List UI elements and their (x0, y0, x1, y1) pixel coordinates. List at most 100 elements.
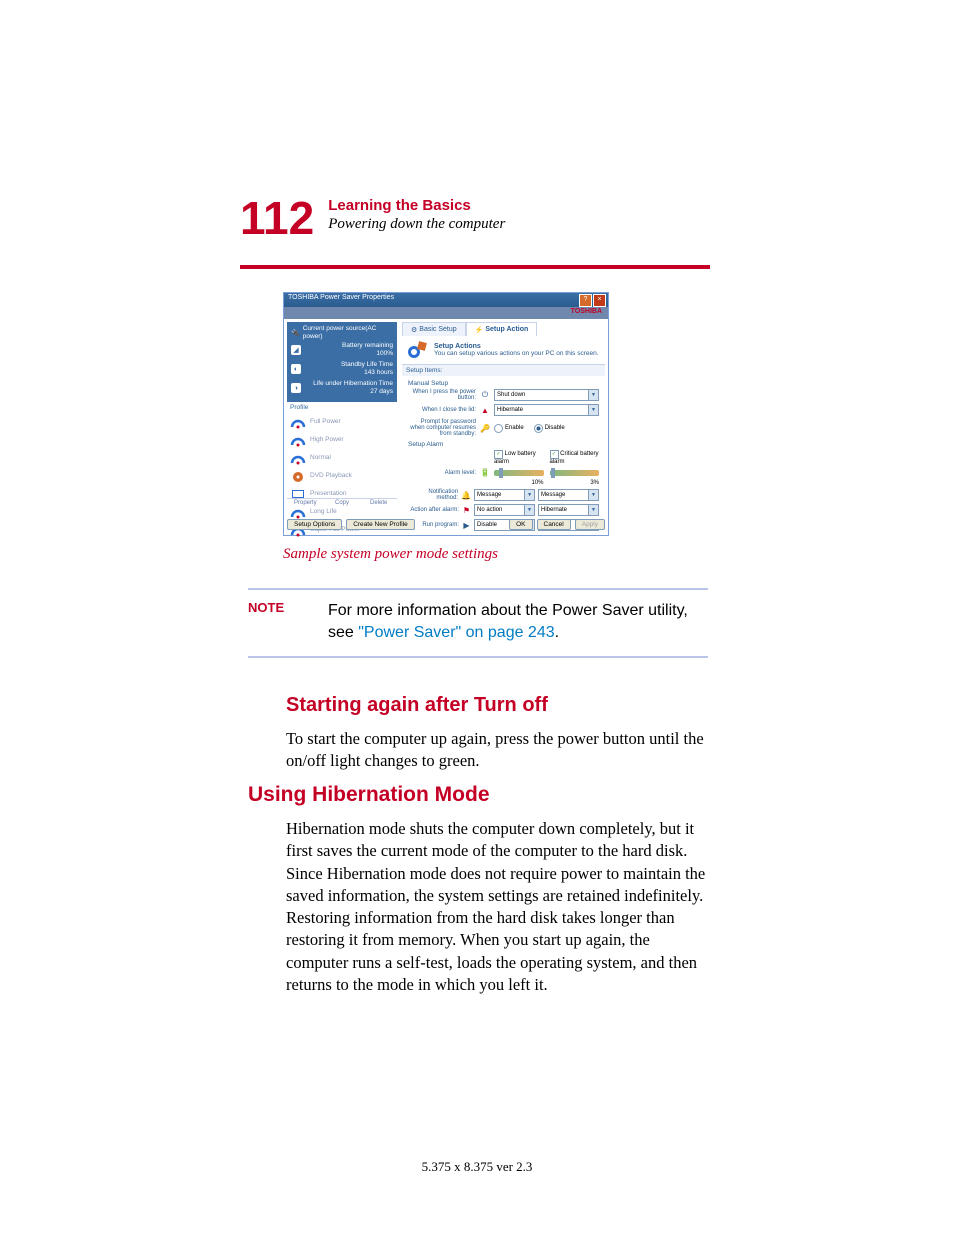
gear-icon: ⚙ (411, 326, 417, 334)
key-icon: 🔑 (479, 424, 491, 433)
crit-action-combo[interactable]: Hibernate ▼ (538, 504, 599, 516)
combo-value: Message (477, 492, 501, 498)
panel-title: Setup Actions (434, 343, 599, 350)
brand-strip: TOSHIBA (284, 307, 608, 319)
power-button-combo[interactable]: Shut down ▼ (494, 389, 599, 401)
note-rule-bottom (248, 656, 708, 658)
power-source-label: Current power source(AC power) (303, 325, 393, 342)
setup-options-button[interactable]: Setup Options (287, 519, 342, 530)
body-paragraph-2: Hibernation mode shuts the computer down… (286, 818, 708, 996)
profile-item[interactable]: High Power (290, 433, 394, 447)
chapter-title: Learning the Basics (328, 197, 505, 214)
page-number: 112 (240, 195, 314, 241)
close-button[interactable]: × (593, 294, 606, 307)
battery-icon: ◢ (291, 345, 301, 355)
setup-alarm-title: Setup Alarm (408, 441, 599, 448)
action-after-alarm-label: Action after alarm: (408, 507, 462, 513)
low-alarm-percent: 10% (494, 480, 544, 486)
apply-button[interactable]: Apply (575, 519, 605, 530)
body-paragraph-1: To start the computer up again, press th… (286, 728, 708, 773)
tab-setup-action[interactable]: ⚡Setup Action (466, 322, 538, 336)
tab-label: Basic Setup (419, 326, 456, 333)
tab-copy[interactable]: Copy (324, 499, 361, 513)
lid-label: When I close the lid: (408, 407, 479, 413)
tab-delete[interactable]: Delete (360, 499, 397, 513)
power-status-panel: 🔌Current power source(AC power) ◢Battery… (287, 322, 397, 402)
chevron-down-icon: ▼ (588, 390, 598, 400)
chevron-down-icon: ▼ (524, 505, 534, 515)
battery-remaining-label: Battery remaining (342, 342, 393, 349)
profile-label: Normal (310, 454, 331, 461)
help-button[interactable]: ? (579, 294, 592, 307)
crit-method-combo[interactable]: Message ▼ (538, 489, 599, 501)
header-rule (240, 265, 710, 269)
notification-method-label: Notification method: (408, 489, 461, 501)
profile-item[interactable]: Normal (290, 451, 394, 465)
profile-label: Full Power (310, 418, 341, 425)
tab-property[interactable]: Property (287, 499, 324, 513)
section-title: Powering down the computer (328, 216, 505, 233)
profile-item[interactable]: Full Power (290, 415, 394, 429)
create-new-profile-button[interactable]: Create New Profile (346, 519, 415, 530)
low-action-combo[interactable]: No action ▼ (474, 504, 535, 516)
setup-items-label: Setup Items: (402, 365, 605, 376)
heading-starting-again: Starting again after Turn off (286, 694, 548, 717)
gauge-icon (290, 415, 306, 429)
hibernate-time-label: Life under Hibernation Time (313, 380, 393, 387)
screenshot-power-saver: TOSHIBA Power Saver Properties ? × TOSHI… (283, 292, 609, 536)
lightning-icon: ⚡ (475, 326, 484, 334)
lid-icon: ▲ (479, 406, 491, 415)
heading-hibernation-mode: Using Hibernation Mode (248, 783, 490, 807)
power-button-label: When I press the power button: (408, 389, 479, 401)
combo-value: Hibernate (541, 507, 567, 513)
profile-label: Presentation (310, 490, 347, 497)
alarm-level-label: Alarm level: (408, 470, 479, 476)
window-titlebar[interactable]: TOSHIBA Power Saver Properties ? × (284, 293, 608, 307)
note-text-post: . (555, 624, 559, 641)
combo-value: Hibernate (497, 407, 523, 413)
profile-header: Profile (287, 402, 397, 413)
manual-setup-title: Manual Setup (408, 380, 599, 387)
profile-label: DVD Playback (310, 472, 352, 479)
footer-text: 5.375 x 8.375 ver 2.3 (0, 1159, 954, 1175)
battery-icon: 🔋 (479, 468, 491, 477)
enable-radio[interactable] (494, 424, 503, 433)
lid-combo[interactable]: Hibernate ▼ (494, 404, 599, 416)
password-prompt-label: Prompt for password when computer resume… (408, 419, 479, 437)
chevron-down-icon: ▼ (588, 505, 598, 515)
hibernate-icon: ◑ (291, 383, 301, 393)
chevron-down-icon: ▼ (588, 490, 598, 500)
tab-label: Setup Action (485, 326, 528, 333)
battery-remaining-value: 100% (376, 350, 393, 357)
profile-label: High Power (310, 436, 344, 443)
chevron-down-icon: ▼ (524, 490, 534, 500)
standby-value: 143 hours (364, 369, 393, 376)
power-icon: ⏻ (479, 390, 491, 400)
cancel-button[interactable]: Cancel (537, 519, 571, 530)
note-rule-top (248, 588, 708, 590)
critical-alarm-percent: 3% (550, 480, 600, 486)
combo-value: No action (477, 507, 502, 513)
action-icon: ⚑ (462, 506, 471, 515)
low-battery-checkbox[interactable]: ✓ (494, 450, 503, 459)
note-label: NOTE (248, 600, 328, 643)
enable-label: Enable (505, 425, 524, 431)
disable-radio[interactable] (534, 424, 543, 433)
disable-label: Disable (545, 425, 565, 431)
setup-actions-icon (406, 340, 428, 360)
low-method-combo[interactable]: Message ▼ (474, 489, 535, 501)
ok-button[interactable]: OK (509, 519, 532, 530)
critical-alarm-slider[interactable] (550, 470, 600, 476)
standby-label: Standby Life Time (341, 361, 393, 368)
combo-value: Shut down (497, 392, 525, 398)
tab-basic-setup[interactable]: ⚙Basic Setup (402, 322, 466, 336)
low-alarm-slider[interactable] (494, 470, 544, 476)
bell-icon: 🔔 (461, 491, 471, 500)
profile-item[interactable]: DVD Playback (290, 469, 394, 483)
critical-battery-checkbox[interactable]: ✓ (550, 450, 559, 459)
note-link[interactable]: "Power Saver" on page 243 (358, 624, 554, 641)
chevron-down-icon: ▼ (588, 405, 598, 415)
gauge-icon (290, 433, 306, 447)
panel-subtitle: You can setup various actions on your PC… (434, 350, 599, 357)
combo-value: Message (541, 492, 565, 498)
